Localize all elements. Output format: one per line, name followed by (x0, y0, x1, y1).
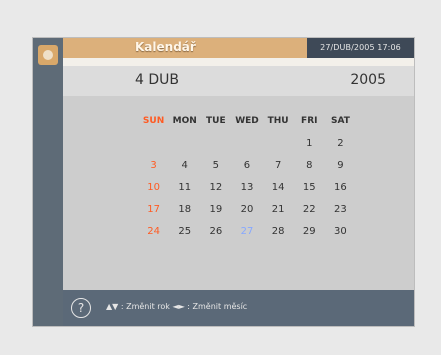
month-year-bar: 4 DUB 2005 (63, 66, 414, 96)
help-icon: ? (71, 298, 91, 318)
day-cell[interactable]: 18 (169, 198, 200, 220)
day-cell[interactable]: 5 (200, 154, 231, 176)
day-cell[interactable]: 2 (325, 132, 356, 154)
weekday-row: SUN MON TUE WED THU FRI SAT (138, 110, 356, 132)
week-row: 24 25 26 27 28 29 30 (138, 220, 356, 242)
day-cell[interactable] (169, 132, 200, 154)
calendar-grid: SUN MON TUE WED THU FRI SAT 1 2 3 4 5 6 … (138, 110, 356, 242)
day-cell[interactable]: 4 (169, 154, 200, 176)
day-cell[interactable]: 24 (138, 220, 169, 242)
weekday-sun: SUN (142, 116, 165, 126)
day-cell[interactable]: 22 (294, 198, 325, 220)
week-row: 3 4 5 6 7 8 9 (138, 154, 356, 176)
day-cell[interactable]: 3 (138, 154, 169, 176)
day-cell[interactable] (231, 132, 262, 154)
subheader-strip (63, 58, 414, 66)
day-cell[interactable]: 9 (325, 154, 356, 176)
week-row: 1 2 (138, 132, 356, 154)
day-cell[interactable] (138, 132, 169, 154)
day-cell[interactable]: 15 (294, 176, 325, 198)
date-time: 27/DUB/2005 17:06 (307, 38, 414, 58)
day-cell[interactable]: 14 (263, 176, 294, 198)
day-cell-today[interactable]: 27 (231, 220, 262, 242)
help-footer: ? ▲▼ : Změnit rok ◄► : Změnit měsíc (63, 290, 414, 326)
month-label: 4 DUB (135, 72, 179, 88)
day-cell[interactable]: 21 (263, 198, 294, 220)
day-cell[interactable]: 12 (200, 176, 231, 198)
day-cell[interactable]: 19 (200, 198, 231, 220)
weekday-mon: MON (172, 116, 197, 126)
day-cell[interactable]: 26 (200, 220, 231, 242)
day-cell[interactable]: 10 (138, 176, 169, 198)
year-label: 2005 (350, 72, 386, 88)
day-cell[interactable]: 11 (169, 176, 200, 198)
day-cell[interactable]: 13 (231, 176, 262, 198)
navigation-hint: ▲▼ : Změnit rok ◄► : Změnit měsíc (106, 302, 248, 311)
week-row: 10 11 12 13 14 15 16 (138, 176, 356, 198)
day-cell[interactable]: 30 (325, 220, 356, 242)
calendar-screen: Kalendář 27/DUB/2005 17:06 4 DUB 2005 SU… (33, 38, 414, 326)
day-cell[interactable]: 28 (263, 220, 294, 242)
week-row: 17 18 19 20 21 22 23 (138, 198, 356, 220)
day-cell[interactable]: 23 (325, 198, 356, 220)
day-cell[interactable]: 29 (294, 220, 325, 242)
title-bar: Kalendář 27/DUB/2005 17:06 (63, 38, 414, 58)
left-sidebar (33, 38, 63, 326)
weekday-thu: THU (267, 116, 289, 126)
home-icon (38, 45, 58, 65)
day-cell[interactable]: 16 (325, 176, 356, 198)
day-cell[interactable]: 17 (138, 198, 169, 220)
page-title: Kalendář (135, 40, 196, 54)
day-cell[interactable] (263, 132, 294, 154)
weekday-wed: WED (235, 116, 259, 126)
weekday-sat: SAT (330, 116, 350, 126)
day-cell[interactable]: 20 (231, 198, 262, 220)
day-cell[interactable]: 1 (294, 132, 325, 154)
weekday-tue: TUE (206, 116, 226, 126)
day-cell[interactable]: 25 (169, 220, 200, 242)
day-cell[interactable]: 7 (263, 154, 294, 176)
day-cell[interactable]: 8 (294, 154, 325, 176)
day-cell[interactable] (200, 132, 231, 154)
weekday-fri: FRI (301, 116, 318, 126)
day-cell[interactable]: 6 (231, 154, 262, 176)
